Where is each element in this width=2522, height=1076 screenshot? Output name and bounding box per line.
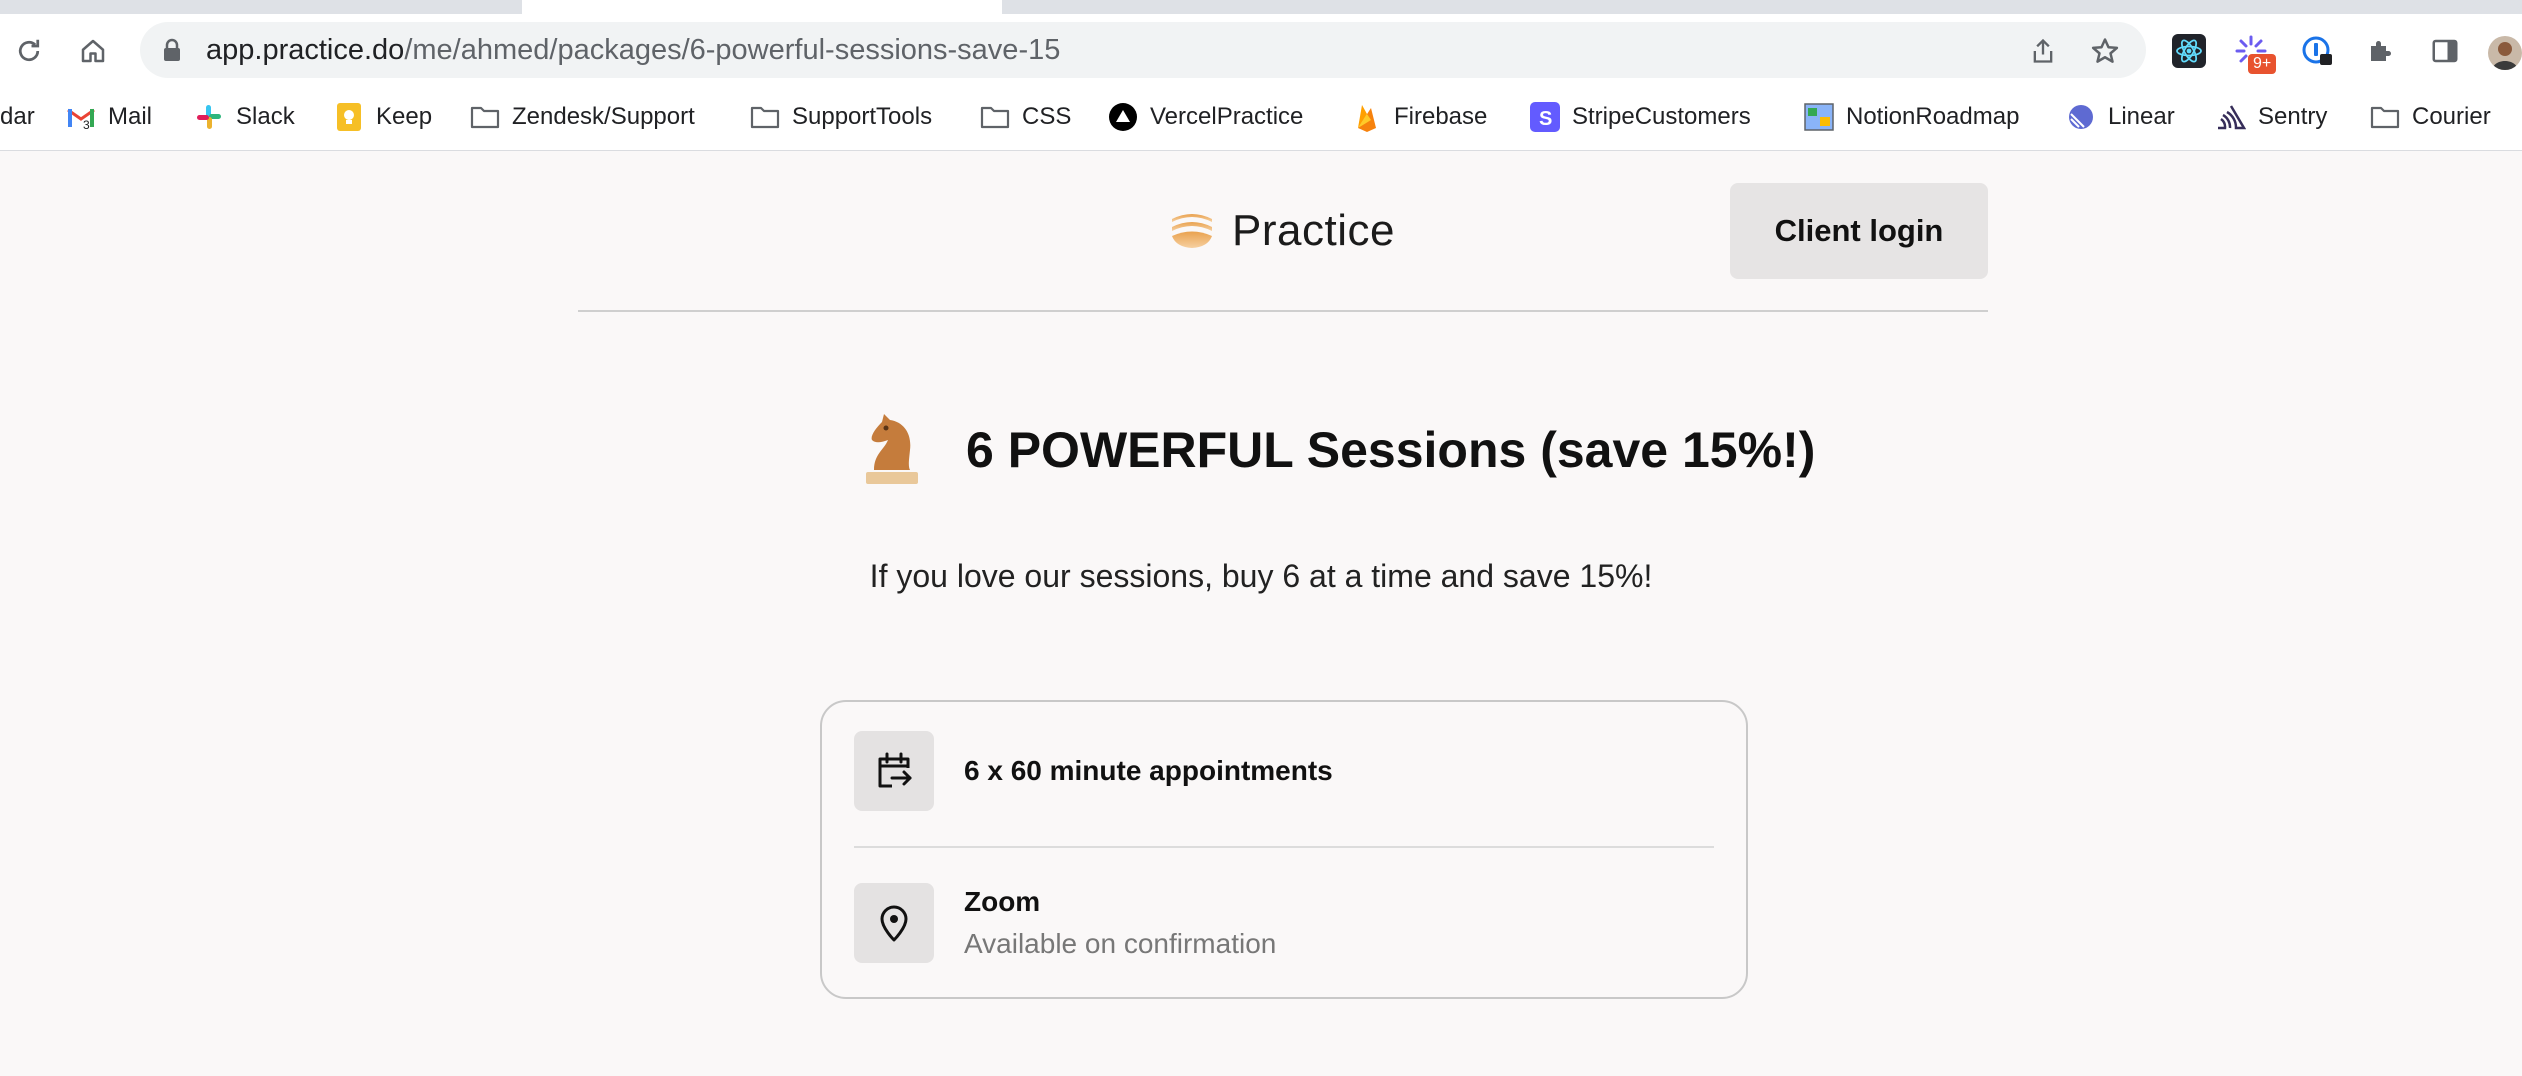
address-bar[interactable]: app.practice.do/me/ahmed/packages/6-powe… <box>140 22 2146 78</box>
extension-badge: 9+ <box>2248 54 2277 74</box>
svg-text:3: 3 <box>83 118 90 130</box>
side-panel-icon[interactable] <box>2428 34 2462 68</box>
detail-text: 6 x 60 minute appointments <box>964 755 1333 787</box>
package-description: If you love our sessions, buy 6 at a tim… <box>869 558 1653 594</box>
browser-toolbar: app.practice.do/me/ahmed/packages/6-powe… <box>0 14 2522 86</box>
firebase-icon <box>1352 102 1382 132</box>
stripe-icon: S <box>1530 102 1560 132</box>
bookmark-mail[interactable]: 3 Mail <box>66 100 152 134</box>
bookmark-calendar[interactable]: dar <box>0 100 35 134</box>
folder-icon <box>750 102 780 132</box>
bookmark-slack[interactable]: Slack <box>194 100 295 134</box>
folder-icon <box>470 102 500 132</box>
bookmark-label: Linear <box>2108 103 2175 130</box>
location-label: Zoom <box>964 886 1041 917</box>
bookmark-folder-supporttools[interactable]: SupportTools <box>750 100 932 134</box>
detail-text: Zoom Available on confirmation <box>964 886 1276 960</box>
bookmark-label: Sentry <box>2258 103 2328 130</box>
bookmark-label: Mail <box>108 103 153 130</box>
share-icon[interactable] <box>2028 36 2058 66</box>
bookmark-label: Courier <box>2412 103 2491 130</box>
bookmark-label: Zendesk/Support <box>512 103 695 130</box>
url-text[interactable]: app.practice.do/me/ahmed/packages/6-powe… <box>206 34 1060 66</box>
slack-icon <box>194 102 224 132</box>
appointments-label: 6 x 60 minute appointments <box>964 755 1333 786</box>
detail-divider <box>854 846 1714 848</box>
folder-icon <box>2370 102 2400 132</box>
bookmark-label: Slack <box>236 103 295 130</box>
bookmark-label: Keep <box>376 103 433 130</box>
package-title: 6 POWERFUL Sessions (save 15%!) <box>966 422 1816 478</box>
bookmark-vercelpractice[interactable]: VercelPractice <box>1108 100 1303 134</box>
extensions-puzzle-icon[interactable] <box>2364 34 2398 68</box>
reload-icon[interactable] <box>14 36 44 66</box>
active-tab[interactable] <box>522 0 1002 14</box>
notion-map-icon <box>1804 102 1834 132</box>
detail-row-appointments: 6 x 60 minute appointments <box>854 730 1714 812</box>
location-pin-icon <box>854 883 934 963</box>
home-icon[interactable] <box>78 36 108 66</box>
bookmark-folder-courier[interactable]: Courier <box>2370 100 2491 134</box>
password-manager-icon[interactable] <box>2300 34 2334 68</box>
bookmarks-bar: dar 3 Mail Slack Keep Zendesk/Support Su… <box>0 86 2522 151</box>
location-sublabel: Available on confirmation <box>964 928 1277 959</box>
keep-icon <box>334 102 364 132</box>
practice-logo-icon <box>1170 209 1214 254</box>
bookmark-keep[interactable]: Keep <box>334 100 432 134</box>
bookmark-notionroadmap[interactable]: NotionRoadmap <box>1804 100 2019 134</box>
bookmark-star-icon[interactable] <box>2090 36 2120 66</box>
tab-strip <box>0 0 2522 14</box>
bookmark-label: VercelPractice <box>1150 103 1304 130</box>
bookmark-label: SupportTools <box>792 103 933 130</box>
svg-text:S: S <box>1539 108 1552 130</box>
client-login-button[interactable]: Client login <box>1730 183 1988 279</box>
chess-knight-icon <box>862 410 922 491</box>
lock-icon[interactable] <box>162 38 182 67</box>
folder-icon <box>980 102 1010 132</box>
bookmark-stripecustomers[interactable]: S StripeCustomers <box>1530 100 1751 134</box>
profile-avatar[interactable] <box>2488 36 2522 70</box>
bookmark-label: Firebase <box>1394 103 1488 130</box>
sentry-icon <box>2216 102 2246 132</box>
calendar-arrow-icon <box>854 731 934 811</box>
bookmark-label: NotionRoadmap <box>1846 103 2020 130</box>
detail-row-location: Zoom Available on confirmation <box>854 882 1714 964</box>
bookmark-sentry[interactable]: Sentry <box>2216 100 2327 134</box>
package-details-card: 6 x 60 minute appointments Zoom Availabl… <box>820 700 1748 999</box>
package-title-row: 6 POWERFUL Sessions (save 15%!) <box>862 408 1815 492</box>
bookmark-label: StripeCustomers <box>1572 103 1751 130</box>
react-devtools-icon[interactable] <box>2172 34 2206 68</box>
bookmark-folder-zendesk[interactable]: Zendesk/Support <box>470 100 695 134</box>
site-header: Practice Client login <box>578 180 1988 312</box>
gmail-icon: 3 <box>66 102 96 132</box>
bookmark-linear[interactable]: Linear <box>2066 100 2175 134</box>
url-path: /me/ahmed/packages/6-powerful-sessions-s… <box>404 34 1061 66</box>
brand-link[interactable]: Practice <box>1170 206 1395 256</box>
brand-name: Practice <box>1232 206 1395 255</box>
bookmark-firebase[interactable]: Firebase <box>1352 100 1487 134</box>
url-host: app.practice.do <box>206 34 405 66</box>
linear-icon <box>2066 102 2096 132</box>
bookmark-label: dar <box>0 103 35 130</box>
vercel-icon <box>1108 102 1138 132</box>
bookmark-folder-css[interactable]: CSS <box>980 100 1071 134</box>
bookmark-label: CSS <box>1022 103 1072 130</box>
